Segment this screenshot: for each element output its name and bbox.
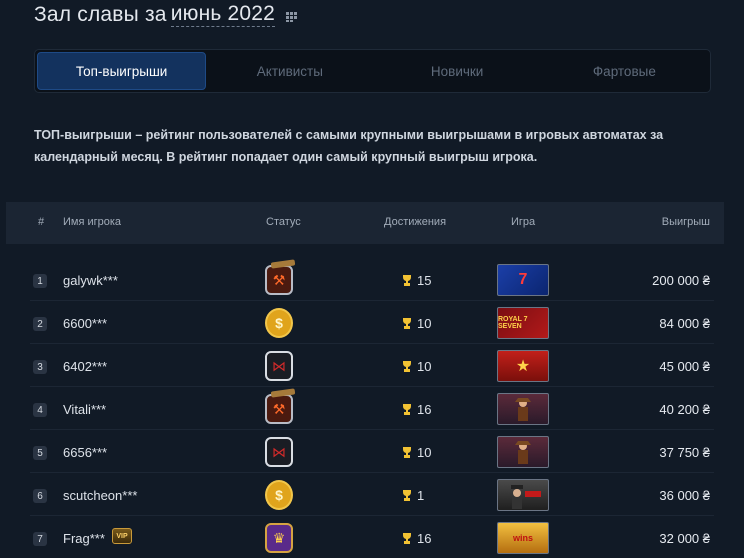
- crown-status-icon: ♛: [265, 523, 293, 553]
- achievement-count: 15: [417, 273, 432, 288]
- achievements: 10: [402, 359, 431, 374]
- win-amount: 37 750 ₴: [659, 445, 710, 460]
- win-amount: 36 000 ₴: [659, 488, 710, 503]
- col-winnings: Выигрыш: [661, 216, 710, 228]
- rank-badge: 3: [33, 360, 47, 374]
- coin-status-icon: $: [265, 480, 293, 510]
- explorer-figure-icon: [515, 441, 531, 464]
- win-amount: 32 000 ₴: [659, 531, 710, 546]
- col-rank: #: [38, 216, 45, 228]
- rank-badge: 1: [33, 274, 47, 288]
- achievements: 15: [402, 273, 431, 288]
- tab-activists[interactable]: Активисты: [206, 52, 373, 90]
- col-achievements: Достижения: [384, 216, 447, 228]
- trophy-icon: [402, 361, 412, 372]
- rank-badge: 7: [33, 532, 47, 546]
- axe-status-icon: ⚒: [265, 388, 296, 424]
- achievement-count: 10: [417, 445, 432, 460]
- table-row: 5 6656*** ⋈ 10 37 750 ₴: [30, 430, 714, 473]
- casino-game-icon[interactable]: [497, 479, 549, 511]
- trophy-icon: [402, 533, 412, 544]
- royal-seven-game-icon[interactable]: ROYAL 7 SEVEN: [497, 307, 549, 339]
- achievement-count: 1: [417, 488, 425, 503]
- book-game-icon[interactable]: [497, 436, 549, 468]
- col-game: Игра: [511, 216, 536, 228]
- trophy-icon: [402, 318, 412, 329]
- table-row: 6 scutcheon*** $ 1 36 000 ₴: [30, 473, 714, 516]
- player-name: 6656***: [63, 445, 108, 460]
- achievements: 16: [402, 531, 431, 546]
- player-name: Vitali***: [63, 402, 107, 417]
- player-name: scutcheon***: [63, 488, 138, 503]
- star-game-icon[interactable]: ★: [497, 350, 549, 382]
- calendar-icon[interactable]: [285, 9, 299, 23]
- game-label: wins: [512, 533, 533, 543]
- table-row: 1 galywk*** ⚒ 15 7 200 000 ₴: [30, 258, 714, 301]
- book-game-icon[interactable]: [497, 393, 549, 425]
- achievements: 16: [402, 402, 431, 417]
- achievement-count: 10: [417, 316, 432, 331]
- tab-top-wins[interactable]: Топ-выигрыши: [37, 52, 207, 90]
- axe-status-icon: ⚒: [265, 259, 296, 295]
- col-status: Статус: [266, 216, 301, 228]
- vip-badge-icon: VIP: [112, 528, 132, 544]
- table-header: # Имя игрока Статус Достижения Игра Выиг…: [6, 202, 724, 244]
- bowtie-status-icon: ⋈: [265, 437, 293, 467]
- game-label: 7: [518, 271, 528, 288]
- bowtie-status-icon: ⋈: [265, 351, 293, 381]
- table-row: 4 Vitali*** ⚒ 16 40 200 ₴: [30, 387, 714, 430]
- month-selector[interactable]: июнь 2022: [170, 2, 276, 27]
- achievements: 1: [402, 488, 424, 503]
- player-name: 6600***: [63, 316, 108, 331]
- achievement-count: 10: [417, 359, 432, 374]
- rank-badge: 6: [33, 489, 47, 503]
- achievement-count: 16: [417, 531, 432, 546]
- rank-badge: 4: [33, 403, 47, 417]
- player-name: 6402***: [63, 359, 108, 374]
- achievement-count: 16: [417, 402, 432, 417]
- rank-badge: 5: [33, 446, 47, 460]
- achievements: 10: [402, 316, 431, 331]
- col-name: Имя игрока: [63, 216, 122, 228]
- player-name: galywk***: [63, 273, 118, 288]
- win-amount: 200 000 ₴: [652, 273, 710, 288]
- tab-lucky[interactable]: Фартовые: [541, 52, 708, 90]
- win-amount: 45 000 ₴: [659, 359, 710, 374]
- page-title-prefix: Зал славы за: [34, 2, 167, 26]
- trophy-icon: [402, 490, 412, 501]
- game-label: ROYAL 7 SEVEN: [498, 316, 528, 330]
- trophy-icon: [402, 447, 412, 458]
- trophy-icon: [402, 404, 412, 415]
- rank-badge: 2: [33, 317, 47, 331]
- description-text: ТОП-выигрыши – рейтинг пользователей с с…: [34, 128, 664, 164]
- tab-newcomers[interactable]: Новички: [374, 52, 541, 90]
- explorer-figure-icon: [515, 398, 531, 421]
- achievements: 10: [402, 445, 431, 460]
- game-label: ★: [515, 358, 531, 375]
- coin-status-icon: $: [265, 308, 293, 338]
- gangster-figure-icon: [511, 485, 541, 509]
- win-amount: 84 000 ₴: [659, 316, 710, 331]
- win-amount: 40 200 ₴: [659, 402, 710, 417]
- leaderboard-rows: 1 galywk*** ⚒ 15 7 200 000 ₴ 2 6600*** $…: [30, 258, 714, 558]
- wins-game-icon[interactable]: wins: [497, 522, 549, 554]
- page-title: Зал славы за июнь 2022: [34, 2, 299, 27]
- table-row: 2 6600*** $ 10 ROYAL 7 SEVEN 84 000 ₴: [30, 301, 714, 344]
- table-row: 7 Frag*** VIP ♛ 16 wins 32 000 ₴: [30, 516, 714, 558]
- trophy-icon: [402, 275, 412, 286]
- wild-game-icon[interactable]: 7: [497, 264, 549, 296]
- player-name: Frag***: [63, 531, 105, 546]
- table-row: 3 6402*** ⋈ 10 ★ 45 000 ₴: [30, 344, 714, 387]
- tab-bar: Топ-выигрыши Активисты Новички Фартовые: [34, 49, 711, 93]
